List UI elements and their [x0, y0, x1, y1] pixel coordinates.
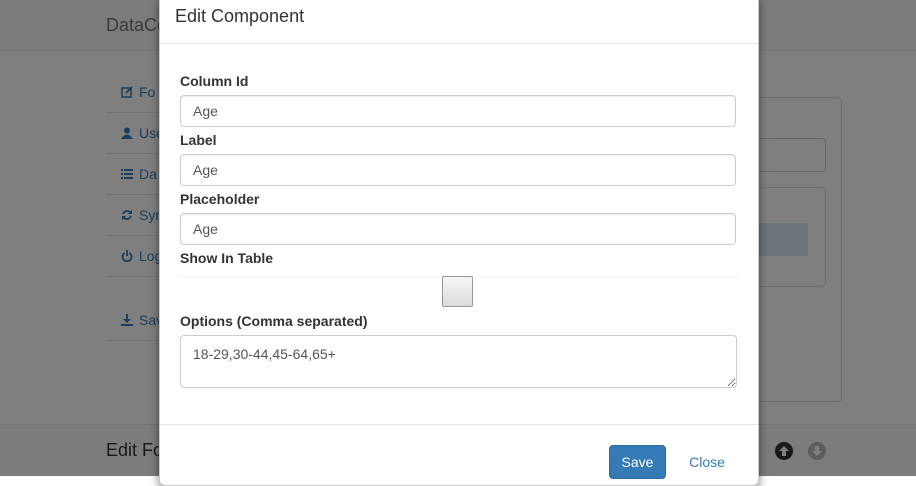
edit-component-dialog: Edit Component Column Id Label Placehold… — [159, 0, 759, 486]
save-button[interactable]: Save — [609, 445, 666, 479]
column-id-label: Column Id — [180, 73, 249, 89]
placeholder-label: Placeholder — [180, 191, 260, 207]
show-in-table-checkbox[interactable] — [442, 276, 473, 307]
options-label: Options (Comma separated) — [180, 313, 368, 329]
label-label: Label — [180, 132, 217, 148]
modal-title: Edit Component — [175, 6, 305, 26]
modal-footer — [160, 424, 758, 486]
show-in-table-label: Show In Table — [180, 250, 274, 266]
placeholder-input[interactable] — [180, 213, 736, 245]
column-id-input[interactable] — [180, 95, 736, 127]
modal-header: Edit Component — [160, 1, 758, 44]
close-button[interactable]: Close — [678, 445, 736, 479]
label-input[interactable] — [180, 154, 736, 186]
options-textarea[interactable]: 18-29,30-44,45-64,65+ — [180, 335, 737, 388]
